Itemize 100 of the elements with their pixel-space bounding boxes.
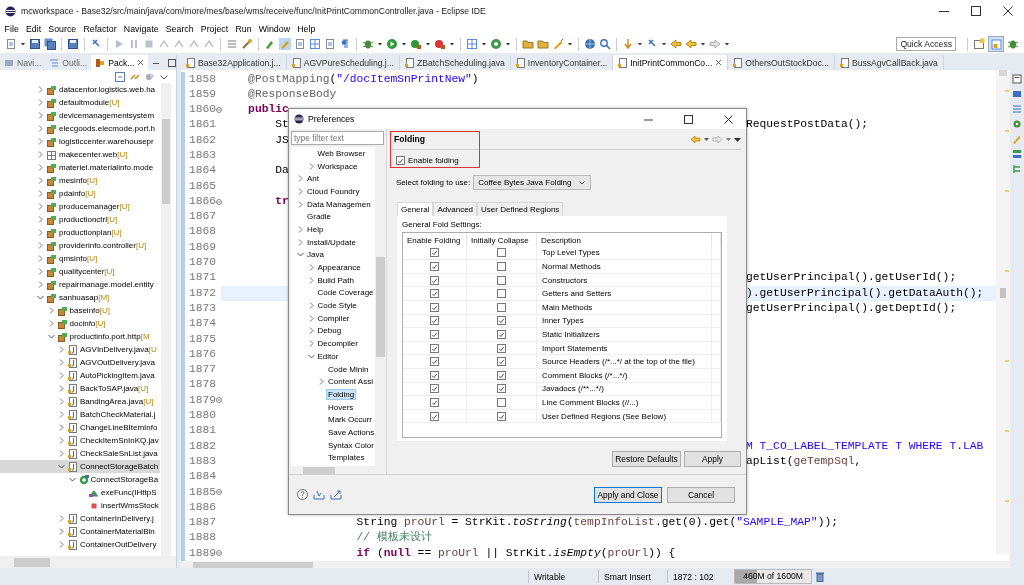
checkbox[interactable] (497, 384, 506, 394)
filter-field[interactable]: type filter text (291, 131, 384, 145)
tree-item[interactable]: datacentor.logistics.web.ha (0, 83, 160, 96)
checkbox[interactable] (430, 343, 439, 353)
checkbox[interactable] (430, 275, 439, 285)
tree-item[interactable]: AGVInDelivery.java[U (0, 343, 160, 356)
memory-gauge[interactable]: 460M of 1600M (734, 569, 812, 584)
tree-item[interactable]: AGVOutDelivery.java (0, 356, 160, 369)
folder-icon[interactable] (522, 38, 534, 50)
editor-tab[interactable]: InitPrintCommonCo... (613, 55, 729, 70)
tree-item[interactable]: productionplan[U] (0, 226, 160, 239)
chevron-right-icon[interactable] (296, 174, 305, 184)
problems-icon[interactable] (1012, 89, 1022, 99)
tree-item[interactable]: qmsinfo[U] (0, 252, 160, 265)
collapse-all-icon[interactable] (115, 71, 125, 82)
chevron-down-icon[interactable] (57, 462, 66, 471)
checkbox[interactable] (497, 289, 506, 299)
chevron-right-icon[interactable] (57, 540, 66, 549)
tree-item[interactable]: exeFunc(IHttpS (0, 486, 160, 499)
tree-item[interactable]: CheckItemSnInKQ.jav (0, 434, 160, 447)
floppy-icon[interactable] (67, 38, 79, 50)
tree-item[interactable]: Content Assi (327, 377, 374, 387)
play-icon[interactable] (113, 38, 125, 50)
hierarchy-icon[interactable] (1012, 164, 1022, 174)
globe-icon[interactable] (584, 38, 596, 50)
doc-icon[interactable] (324, 38, 336, 50)
tree-item[interactable]: Build Path (316, 275, 355, 285)
button[interactable]: Cancel (667, 486, 735, 503)
tree-item[interactable]: Mark Occurr (327, 415, 373, 425)
checkbox[interactable] (497, 397, 506, 407)
chevron-right-icon[interactable] (36, 163, 45, 172)
tree-item[interactable]: BandingArea.java[U] (0, 395, 160, 408)
stop-tool-icon[interactable] (434, 38, 446, 50)
tree-item[interactable]: ContainerMaterialBin (0, 525, 160, 538)
checkbox[interactable] (497, 302, 506, 312)
servers-icon[interactable] (1012, 149, 1022, 159)
chevron-right-icon[interactable] (57, 436, 66, 445)
chevron-right-icon[interactable] (57, 358, 66, 367)
checkbox[interactable] (497, 370, 506, 380)
close-icon[interactable] (715, 59, 723, 66)
checkbox[interactable] (497, 275, 506, 285)
bug-icon[interactable] (362, 38, 374, 50)
menu-item[interactable]: Source (44, 23, 80, 34)
chevron-right-icon[interactable] (36, 150, 45, 159)
fold-icon[interactable] (216, 106, 223, 113)
maximize-icon[interactable] (167, 57, 178, 68)
fold-icon[interactable] (216, 198, 223, 205)
chevron-right-icon[interactable] (36, 189, 45, 198)
fold-icon[interactable] (216, 489, 223, 496)
chevron-down-icon[interactable] (67, 475, 77, 484)
tab[interactable]: Advanced (433, 202, 478, 216)
export-icon[interactable] (330, 489, 342, 500)
chevron-right-icon[interactable] (57, 527, 66, 536)
scrollbar[interactable] (161, 83, 171, 556)
chevron-right-icon[interactable] (57, 397, 66, 406)
chevron-right-icon[interactable] (296, 199, 305, 209)
menu-item[interactable]: Navigate (120, 23, 163, 34)
gear-icon[interactable] (1012, 119, 1022, 129)
chevron-right-icon[interactable] (36, 254, 45, 263)
tree-item[interactable]: materiel.materialinfo.mode (0, 161, 160, 174)
tree-item[interactable]: Cloud Foundry (306, 186, 361, 196)
tree-item[interactable]: Save Actions (327, 427, 375, 437)
checkbox[interactable] (497, 248, 506, 258)
doc-icon[interactable] (294, 38, 306, 50)
tree-item[interactable]: Compiler (316, 313, 351, 323)
debug-perspective-icon[interactable] (1007, 38, 1019, 50)
button[interactable]: Restore Defaults (612, 451, 681, 467)
run-tool-icon[interactable] (410, 38, 422, 50)
tab[interactable]: General (397, 202, 434, 216)
tree-item[interactable]: ContainerOutDelivery (0, 538, 160, 551)
menu-item[interactable]: File (1, 23, 23, 34)
chevron-right-icon[interactable] (57, 410, 66, 419)
checkbox[interactable] (430, 397, 439, 407)
menu-item[interactable]: Help (293, 23, 319, 34)
tree-item[interactable]: Code Minin (327, 364, 370, 374)
chevron-right-icon[interactable] (57, 384, 66, 393)
menu-item[interactable]: Refactor (79, 23, 121, 34)
tree-item[interactable]: Code Style (316, 301, 358, 311)
tree-item[interactable]: logisticcenter.warehousepr (0, 135, 160, 148)
tree-item[interactable]: elecgoods.elecmode.port.h (0, 122, 160, 135)
checkbox[interactable] (430, 384, 439, 394)
tree-item[interactable]: ContainerInDelivery.j (0, 512, 160, 525)
tree-item[interactable]: insertWmsStock (0, 499, 160, 512)
checkbox[interactable] (497, 357, 506, 367)
menu-item[interactable]: Run (231, 23, 256, 34)
tree-item[interactable]: productionctrl[U] (0, 213, 160, 226)
perspective-icon[interactable] (973, 38, 985, 50)
scrollbar[interactable] (181, 561, 1010, 568)
chevron-right-icon[interactable] (36, 228, 45, 237)
chevron-down-icon[interactable] (46, 332, 56, 341)
tree-item[interactable]: BackToSAP.java[U] (0, 382, 160, 395)
tree-item[interactable]: makecenter.web[U] (0, 148, 160, 161)
checkbox[interactable] (497, 343, 506, 353)
menu-item[interactable]: Project (197, 23, 232, 34)
tree-item[interactable]: Web Browser (316, 148, 367, 158)
menu-item[interactable]: Search (162, 23, 198, 34)
chevron-right-icon[interactable] (36, 85, 45, 94)
tree-item[interactable]: Gradle (306, 212, 332, 222)
tree-item[interactable]: ConnectStorageBatch (0, 460, 160, 473)
chevron-right-icon[interactable] (57, 514, 66, 523)
